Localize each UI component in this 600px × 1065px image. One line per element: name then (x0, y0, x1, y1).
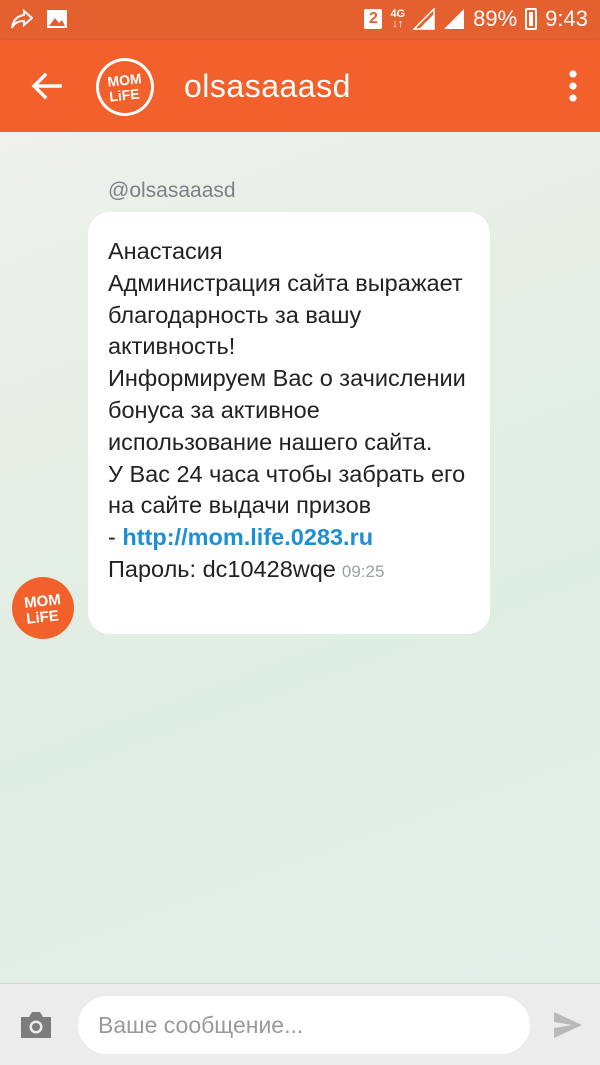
more-vert-icon[interactable] (566, 66, 580, 106)
status-bar: 2 4G ↓↑ 89% 9:43 (0, 0, 600, 40)
camera-icon[interactable] (18, 1010, 54, 1040)
message-time: 09:25 (341, 561, 385, 581)
svg-text:LiFE: LiFE (25, 607, 59, 627)
chat-title: olsasaaasd (184, 68, 351, 104)
share-icon (11, 8, 34, 29)
message-text: Анастасия Администрация сайта выражает б… (108, 236, 472, 588)
signal-icon (413, 8, 435, 30)
message-input[interactable] (78, 996, 530, 1054)
sim-2-icon: 2 (364, 9, 383, 29)
battery-percent: 89% (473, 6, 518, 31)
battery-icon (525, 8, 538, 30)
message-input-bar (0, 983, 600, 1065)
message-body: Анастасия Администрация сайта выражает б… (108, 238, 466, 551)
message-password: Пароль: dc10428wqe (108, 555, 336, 582)
app-bar: MOM LiFE olsasaaasd (0, 40, 600, 132)
clock: 9:43 (545, 6, 588, 31)
message-link[interactable]: http://mom.life.0283.ru (122, 524, 373, 550)
signal-icon-sim2 (444, 9, 465, 29)
sender-handle: @olsasaaasd (108, 179, 236, 202)
svg-text:LiFE: LiFE (109, 85, 141, 104)
sender-avatar-icon[interactable]: MOM LiFE (12, 577, 74, 639)
send-icon[interactable] (552, 1010, 584, 1040)
network-type: 4G ↓↑ (390, 8, 406, 30)
momlife-logo-icon[interactable]: MOM LiFE (96, 58, 154, 116)
message-bubble[interactable]: Анастасия Администрация сайта выражает б… (88, 212, 490, 634)
back-arrow-icon[interactable] (26, 66, 66, 106)
image-icon (47, 10, 67, 28)
chat-area[interactable]: @olsasaaasd Анастасия Администрация сайт… (0, 132, 600, 983)
